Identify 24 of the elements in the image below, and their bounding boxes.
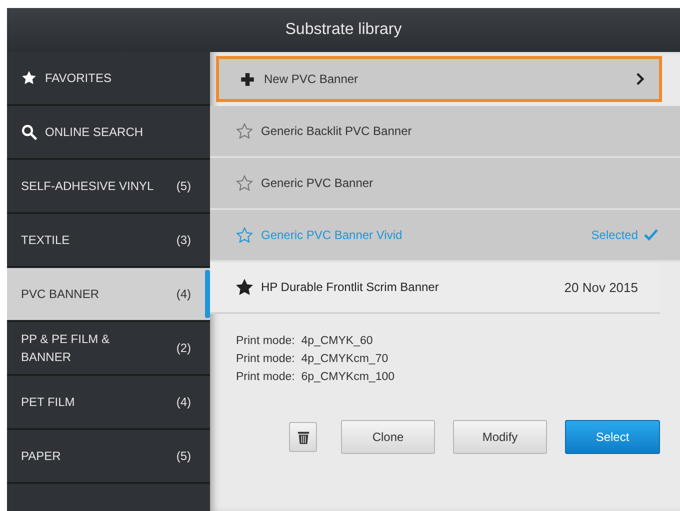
substrate-row[interactable]: Generic PVC Banner [210,158,680,210]
star-outline-icon[interactable] [236,174,253,192]
star-outline-icon[interactable] [236,226,253,244]
print-mode-text: Print mode: 4p_CMYK_60 [236,334,374,349]
date-text: 20 Nov 2015 [564,280,638,294]
sidebar-item[interactable]: PVC BANNER (4) [7,268,210,322]
chevron-right-icon [635,72,645,86]
trash-icon [296,430,310,444]
plus-icon [239,70,256,88]
modify-button[interactable]: Modify [453,420,547,454]
selected-status: Selected [591,228,658,242]
new-substrate-row[interactable]: New PVC Banner [216,56,662,102]
clone-button[interactable]: Clone [341,420,435,454]
window-title: Substrate library [285,21,402,39]
substrate-row[interactable]: HP Durable Frontlit Scrim Banner 20 Nov 2015 Print mode: 4p_CMYK_60 Print mode: 4p_CMYKcm_70 Print mode: 6p_CMYKcm_100 Clone Modify Select [210,262,680,454]
check-icon [644,229,658,241]
delete-button[interactable] [289,422,317,452]
substrate-row[interactable]: Generic Backlit PVC Banner [210,106,680,158]
star-icon[interactable] [236,278,253,296]
star-icon [21,70,37,86]
print-mode-text: Print mode: 4p_CMYKcm_70 [236,352,390,367]
star-outline-icon[interactable] [236,122,253,140]
search-icon [21,124,37,140]
print-mode-text: Print mode: 6p_CMYKcm_100 [236,370,396,385]
